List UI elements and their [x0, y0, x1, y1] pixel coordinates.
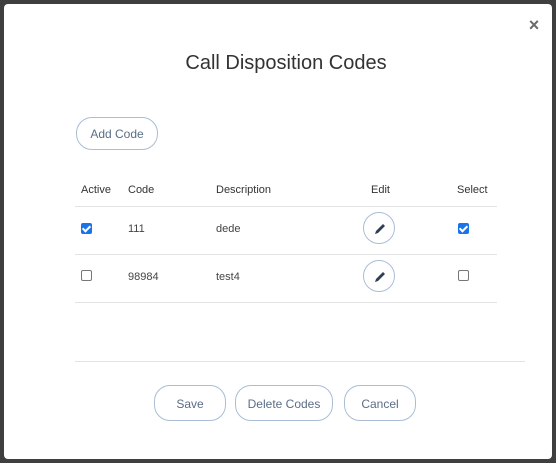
edit-button[interactable] [363, 212, 395, 244]
header-active: Active [81, 184, 111, 196]
header-description: Description [216, 184, 272, 196]
active-checkbox[interactable] [81, 223, 92, 234]
header-code: Code [128, 184, 155, 196]
edit-button[interactable] [363, 260, 395, 292]
select-checkbox[interactable] [458, 270, 469, 281]
dialog-title: Call Disposition Codes [185, 52, 387, 74]
delete-codes-button[interactable]: Delete Codes [235, 385, 333, 421]
description-cell: test4 [216, 271, 240, 283]
active-checkbox[interactable] [81, 270, 92, 281]
pencil-icon [375, 272, 385, 282]
disposition-codes-dialog: × Call Disposition Codes Add Code Active… [4, 4, 552, 459]
close-icon[interactable]: × [524, 15, 544, 35]
header-divider [75, 206, 497, 207]
header-edit: Edit [371, 184, 390, 196]
code-cell: 98984 [128, 271, 159, 283]
row-divider [75, 302, 497, 303]
footer-divider [75, 361, 525, 362]
row-divider [75, 254, 497, 255]
code-cell: 111 [128, 223, 145, 235]
pencil-icon [375, 224, 385, 234]
header-select: Select [457, 184, 488, 196]
description-cell: dede [216, 223, 241, 235]
save-button[interactable]: Save [154, 385, 226, 421]
cancel-button[interactable]: Cancel [344, 385, 416, 421]
select-checkbox[interactable] [458, 223, 469, 234]
add-code-button[interactable]: Add Code [76, 117, 158, 150]
